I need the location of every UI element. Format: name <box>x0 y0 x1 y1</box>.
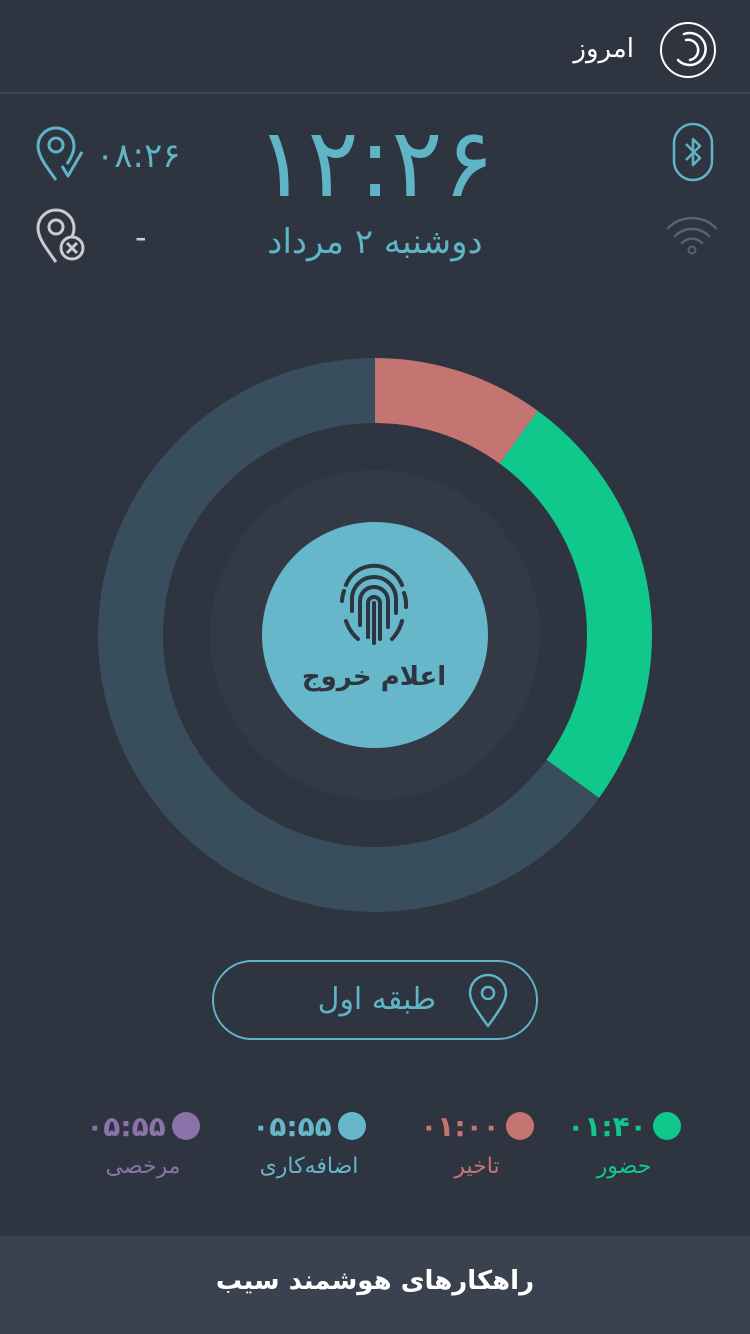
location-pin-icon <box>466 972 510 1034</box>
current-time: ۱۲:۲۶ <box>255 107 495 219</box>
wifi-icon[interactable] <box>664 212 720 262</box>
footer-brand-text: راهکارهای هوشمند سیب <box>215 1266 535 1296</box>
stat-presence-dot <box>652 1112 681 1140</box>
stat-presence: ۰۱:۴۰ حضور <box>549 1106 699 1179</box>
stat-overtime: ۰۵:۵۵ اضافه‌کاری <box>234 1106 384 1179</box>
stat-delay-label: تاخیر <box>454 1154 500 1179</box>
app-logo-icon[interactable] <box>660 22 716 78</box>
page-title: امروز <box>573 34 634 64</box>
stat-presence-label: حضور <box>596 1154 652 1179</box>
stat-delay: ۰۱:۰۰ تاخیر <box>402 1106 552 1179</box>
stat-leave-dot <box>171 1112 200 1140</box>
bluetooth-icon[interactable] <box>672 122 714 186</box>
stat-overtime-dot <box>337 1112 366 1140</box>
fingerprint-icon <box>336 555 412 651</box>
location-selector[interactable]: طبقه اول <box>212 960 538 1040</box>
header-bar: امروز <box>0 0 750 94</box>
current-date: دوشنبه ۲ مرداد <box>267 222 483 262</box>
stat-presence-value: ۰۱:۴۰ <box>567 1109 647 1143</box>
stat-leave-label: مرخصی <box>105 1154 181 1179</box>
stat-overtime-label: اضافه‌کاری <box>259 1154 359 1179</box>
stat-leave-value: ۰۵:۵۵ <box>86 1109 166 1143</box>
stat-overtime-value: ۰۵:۵۵ <box>252 1109 332 1143</box>
location-label: طبقه اول <box>317 982 436 1017</box>
stat-leave: ۰۵:۵۵ مرخصی <box>68 1106 218 1179</box>
footer-bar: راهکارهای هوشمند سیب <box>0 1236 750 1334</box>
stat-delay-value: ۰۱:۰۰ <box>420 1109 500 1143</box>
stat-delay-dot <box>505 1112 534 1140</box>
checkout-button-label: اعلام خروج <box>301 662 447 692</box>
